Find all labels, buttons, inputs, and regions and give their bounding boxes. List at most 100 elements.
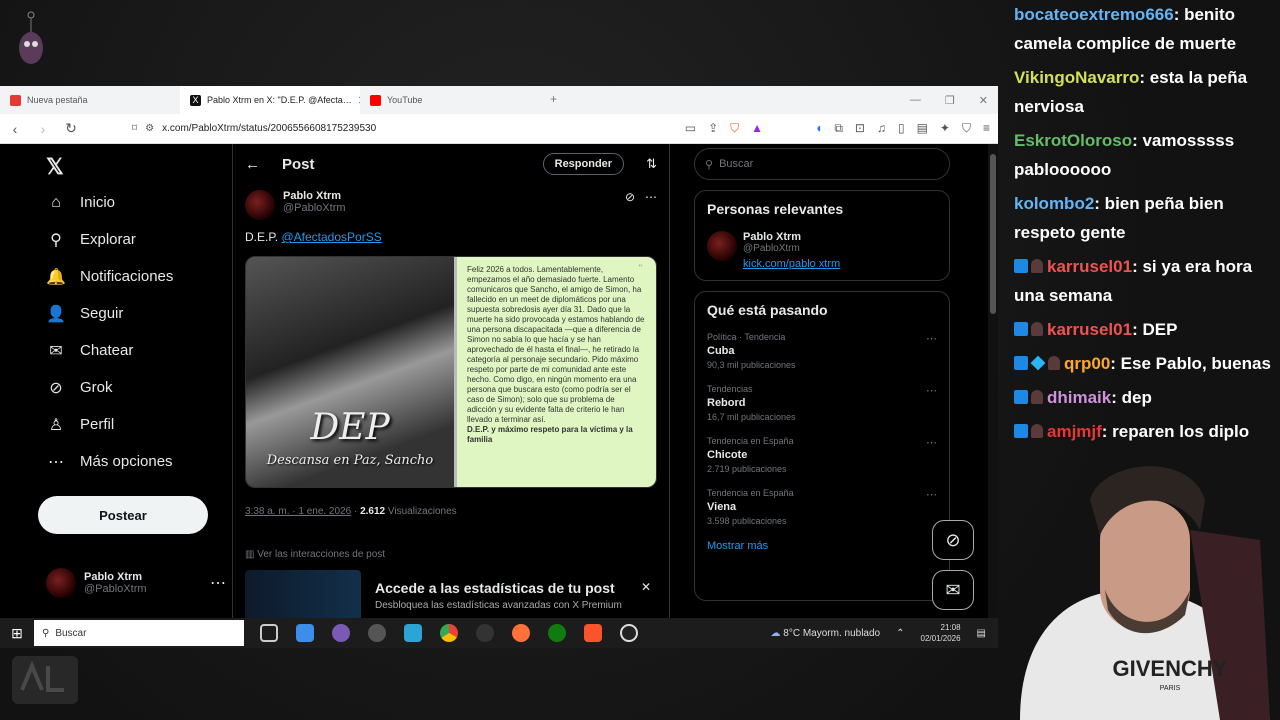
show-more-link[interactable]: Mostrar más [707, 540, 937, 552]
chat-username[interactable]: dhimaik [1047, 388, 1111, 407]
trend-item[interactable]: Tendencia en España Chicote 2.719 publicac… [707, 436, 937, 474]
reply-button[interactable]: Responder [542, 153, 625, 175]
back-icon[interactable]: ‹ [8, 121, 22, 137]
tab-new[interactable]: Nueva pestaña [0, 86, 180, 114]
nav-item-chatear[interactable]: ✉ Chatear [38, 332, 228, 369]
more-icon[interactable]: ⋯ [926, 384, 937, 397]
share-icon[interactable]: ⇪ [708, 121, 718, 136]
nav-item-perfil[interactable]: ♙ Perfil [38, 406, 228, 443]
post-text: D.E.P. @AfectadosPorSS [245, 230, 382, 244]
memorial-note[interactable]: " Feliz 2026 a todos. Lamentablemente, e… [454, 257, 656, 487]
account-switcher[interactable]: Pablo Xtrm @PabloXtrm ⋯ [46, 568, 226, 598]
chat-username[interactable]: karrusel01 [1047, 320, 1132, 339]
more-icon[interactable]: ⋯ [645, 190, 657, 204]
task-view-icon[interactable] [260, 624, 278, 642]
chat-username[interactable]: EskrotOloroso [1014, 131, 1132, 150]
brave-shield-icon[interactable]: ⛉ [730, 121, 739, 136]
sub-badge-icon [1014, 356, 1028, 370]
bell-icon: 🔔 [46, 268, 66, 286]
vpn-icon[interactable]: ⛉ [962, 121, 971, 136]
grok-float-button[interactable]: ⊘ [932, 520, 974, 560]
weather-widget[interactable]: ☁ 8°C Mayorm. nublado [771, 628, 881, 639]
close-window-icon[interactable]: ✕ [979, 94, 988, 107]
profile-link[interactable]: kick.com/pablo xtrm [743, 258, 840, 270]
windows-start-icon[interactable]: ⊞ [0, 625, 34, 642]
menu-icon[interactable]: ≡ [983, 121, 990, 136]
more-icon[interactable]: ⋯ [210, 573, 226, 593]
chat-message: qrp00: Ese Pablo, buenas [1008, 349, 1280, 378]
nav-item-explorar[interactable]: ⚲ Explorar [38, 221, 228, 258]
store-icon[interactable] [296, 624, 314, 642]
music-icon[interactable]: ♫ [877, 121, 886, 136]
reload-icon[interactable]: ↻ [64, 120, 78, 137]
speech-icon[interactable]: ◖ [815, 121, 822, 136]
post-button[interactable]: Postear [38, 496, 208, 534]
filter-icon[interactable]: ⇅ [646, 156, 657, 172]
taskbar-search[interactable]: ⚲ Buscar [34, 620, 244, 646]
chat-username[interactable]: kolombo2 [1014, 194, 1094, 213]
extensions-icon[interactable]: ⧉ [834, 121, 843, 136]
wallet-icon[interactable]: ▤ [917, 121, 928, 136]
chat-message: dhimaik: dep [1008, 383, 1280, 412]
nav-item-inicio[interactable]: ⌂ Inicio [38, 184, 228, 221]
chart-icon: ▥ [245, 549, 255, 560]
app-icon[interactable] [332, 624, 350, 642]
address-bar: ‹ › ↻ ⌑ ⚙ x.com/PabloXtrm/status/2006556… [0, 114, 998, 144]
app-icon[interactable] [368, 624, 386, 642]
sidebar-icon[interactable]: ▯ [898, 121, 905, 136]
obs-icon[interactable] [620, 624, 638, 642]
brave-rewards-icon[interactable]: ▲ [751, 121, 763, 136]
tab-youtube[interactable]: YouTube [360, 86, 540, 114]
firefox-icon[interactable] [512, 624, 530, 642]
right-sidebar: ⚲ Buscar Personas relevantes Pablo Xtrm … [694, 144, 950, 601]
nav-item-más-opciones[interactable]: ⋯ Más opciones [38, 443, 228, 480]
more-icon[interactable]: ⋯ [926, 436, 937, 449]
messages-float-button[interactable]: ✉ [932, 570, 974, 610]
new-tab-icon[interactable]: + [550, 92, 557, 106]
chat-username[interactable]: karrusel01 [1047, 257, 1132, 276]
avatar[interactable] [707, 231, 737, 261]
site-settings-icon[interactable]: ⚙ [145, 123, 154, 134]
post-timestamp[interactable]: 3:38 a. m. · 1 ene. 2026 [245, 506, 351, 517]
trend-item[interactable]: Política · Tendencia Cuba 90,3 mil publica… [707, 332, 937, 370]
chat-username[interactable]: amjmjf [1047, 422, 1102, 441]
trend-item[interactable]: Tendencias Rebord 16,7 mil publicaciones ⋯ [707, 384, 937, 422]
home-icon: ⌂ [51, 193, 61, 211]
bookmark-icon[interactable]: ⌑ [132, 123, 137, 134]
more-icon[interactable]: ⋯ [926, 332, 937, 345]
screenshot-icon[interactable]: ⊡ [855, 121, 865, 136]
nav-item-grok[interactable]: ⊘ Grok [38, 369, 228, 406]
chrome-icon[interactable] [440, 624, 458, 642]
x-logo-icon[interactable]: 𝕏 [46, 154, 228, 184]
chat-username[interactable]: VikingoNavarro [1014, 68, 1139, 87]
mention-link[interactable]: @AfectadosPorSS [281, 230, 381, 244]
more-icon[interactable]: ⋯ [926, 488, 937, 501]
chevron-up-icon[interactable]: ⌃ [896, 628, 904, 639]
clock[interactable]: 21:08 02/01/2026 [921, 622, 961, 644]
brave-icon[interactable] [584, 624, 602, 642]
grok-icon[interactable]: ⊘ [625, 190, 635, 204]
player-icon[interactable] [476, 624, 494, 642]
xbox-icon[interactable] [548, 624, 566, 642]
cast-icon[interactable]: ▭ [685, 121, 696, 136]
interactions-link[interactable]: ▥ Ver las interacciones de post [233, 527, 669, 560]
close-icon[interactable]: ✕ [641, 580, 651, 594]
chat-username[interactable]: qrp00 [1064, 354, 1110, 373]
chat-username[interactable]: bocateoextremo666 [1014, 5, 1174, 24]
trend-item[interactable]: Tendencia en España Viena 3.598 publicacio… [707, 488, 937, 526]
leo-icon[interactable]: ✦ [940, 121, 950, 136]
url-field[interactable]: ⌑ ⚙ x.com/PabloXtrm/status/2006556608175… [132, 123, 671, 134]
memorial-photo[interactable]: DEP Descansa en Paz, Sancho [246, 257, 454, 487]
search-input[interactable]: ⚲ Buscar [694, 148, 950, 180]
avatar[interactable] [245, 190, 275, 220]
post-media[interactable]: DEP Descansa en Paz, Sancho " Feliz 2026… [245, 256, 657, 488]
maximize-icon[interactable]: ❐ [945, 94, 955, 107]
forward-icon[interactable]: › [36, 121, 50, 137]
nav-item-notificaciones[interactable]: 🔔 Notificaciones [38, 258, 228, 295]
app-icon[interactable] [404, 624, 422, 642]
tab-x-post[interactable]: X Pablo Xtrm en X: "D.E.P. @Afecta… ✕ [180, 86, 360, 114]
browser-window: Nueva pestaña X Pablo Xtrm en X: "D.E.P.… [0, 86, 998, 648]
minimize-icon[interactable]: — [910, 94, 921, 107]
back-arrow-icon[interactable]: ← [245, 156, 260, 173]
nav-item-seguir[interactable]: 👤 Seguir [38, 295, 228, 332]
